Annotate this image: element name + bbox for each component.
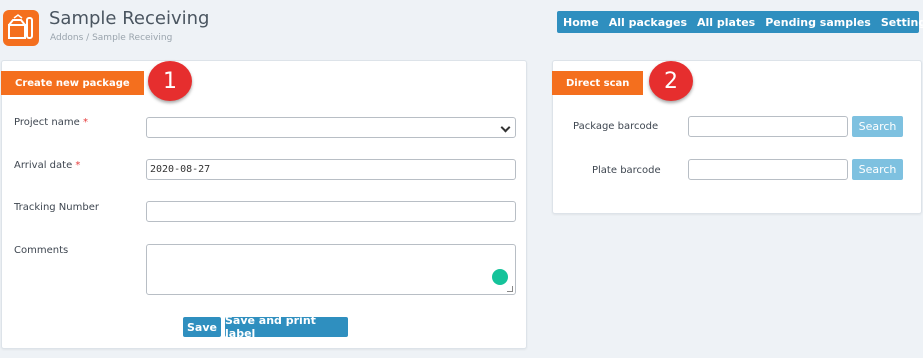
- direct-scan-tab: Direct scan: [552, 71, 644, 95]
- nav-all-plates[interactable]: All plates: [697, 16, 755, 29]
- package-barcode-label: Package barcode: [573, 121, 659, 132]
- tracking-number-input[interactable]: [146, 201, 516, 222]
- save-and-print-label-button[interactable]: Save and print label: [225, 314, 348, 340]
- chevron-down-icon: [500, 122, 511, 133]
- top-nav: Home All packages All plates Pending sam…: [557, 11, 923, 33]
- project-name-label-text: Project name: [14, 117, 80, 128]
- save-button[interactable]: Save: [183, 317, 221, 337]
- package-search-button[interactable]: Search: [852, 116, 903, 137]
- project-name-label: Project name *: [14, 117, 88, 128]
- nav-settings-dropdown[interactable]: Settings: [881, 16, 923, 29]
- create-package-panel: Create new package 1 Project name * Arri…: [1, 60, 527, 349]
- comments-textarea[interactable]: [146, 244, 516, 295]
- grammarly-icon[interactable]: [492, 269, 508, 285]
- nav-all-packages[interactable]: All packages: [609, 16, 687, 29]
- plate-barcode-input[interactable]: [688, 159, 848, 180]
- breadcrumb[interactable]: Addons / Sample Receiving: [50, 33, 172, 43]
- sample-receiving-logo-icon: [3, 10, 39, 46]
- comments-label: Comments: [14, 245, 69, 256]
- arrival-date-label-text: Arrival date: [14, 160, 73, 171]
- nav-pending-samples[interactable]: Pending samples: [765, 16, 871, 29]
- plate-search-button[interactable]: Search: [852, 159, 903, 180]
- nav-home[interactable]: Home: [563, 16, 599, 29]
- package-barcode-input[interactable]: [688, 116, 848, 137]
- required-mark: *: [75, 160, 81, 171]
- direct-scan-panel: Direct scan 2 Package barcode Search Pla…: [552, 60, 922, 214]
- page-title: Sample Receiving: [49, 8, 210, 29]
- project-name-select[interactable]: [146, 117, 516, 138]
- nav-settings-label: Settings: [880, 15, 923, 29]
- arrival-date-input[interactable]: 2020-08-27: [146, 159, 516, 180]
- create-package-tab: Create new package: [1, 71, 144, 95]
- tracking-number-label: Tracking Number: [14, 202, 99, 213]
- step-badge-1: 1: [148, 61, 192, 101]
- step-badge-2: 2: [649, 61, 693, 101]
- required-mark: *: [82, 117, 88, 128]
- arrival-date-label: Arrival date *: [14, 160, 80, 171]
- plate-barcode-label: Plate barcode: [592, 165, 661, 176]
- resize-handle-icon[interactable]: [507, 286, 513, 292]
